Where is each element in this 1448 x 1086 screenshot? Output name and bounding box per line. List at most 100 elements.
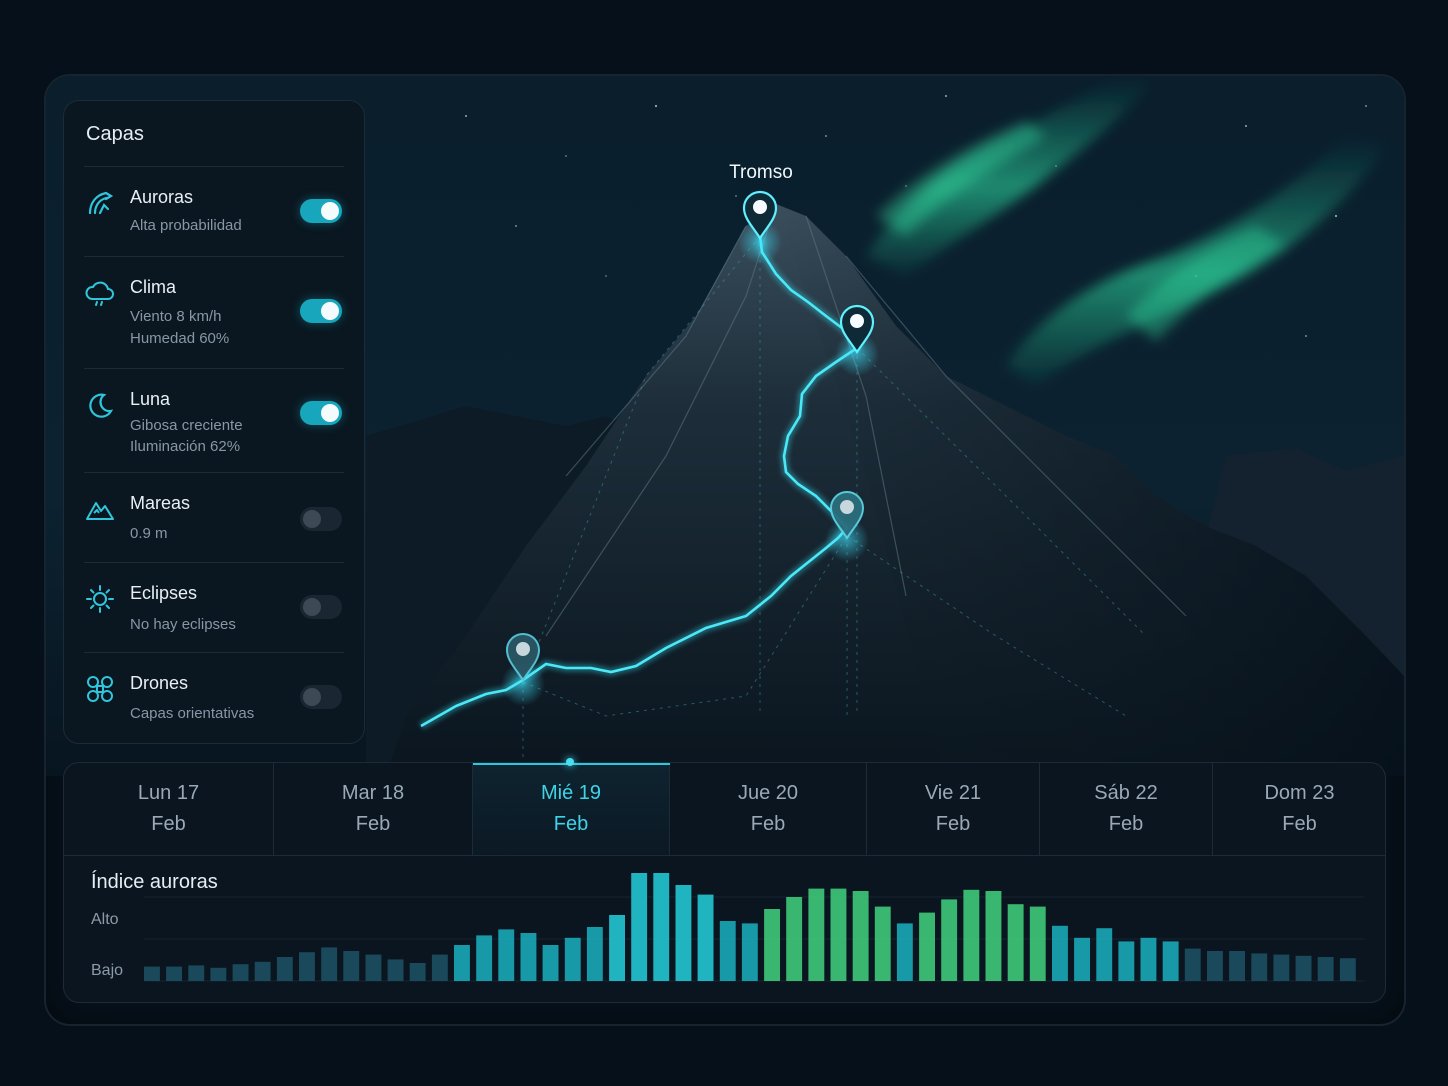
chart-bar — [1162, 941, 1179, 981]
layer-title: Mareas — [130, 493, 191, 513]
day-label: Dom 23 — [1264, 782, 1335, 804]
chart-bar — [542, 945, 559, 981]
chart-bar — [1007, 904, 1024, 981]
chart-bar — [786, 897, 803, 981]
chart-bar — [1029, 906, 1046, 981]
timeline-panel: Lun 17 Feb Mar 18 Feb Mié 19 Feb Jue 20 … — [63, 762, 1386, 1003]
day-tab-dom-23[interactable]: Dom 23 Feb — [1213, 763, 1385, 855]
day-tab-vie-21[interactable]: Vie 21 Feb — [867, 763, 1040, 855]
month-label: Feb — [151, 813, 186, 835]
drone-icon — [84, 673, 116, 705]
chart-bar — [1207, 951, 1223, 981]
chart-bar — [697, 894, 714, 981]
chart-bar — [675, 885, 692, 981]
layer-drones[interactable]: Drones Capas orientativas — [84, 653, 344, 743]
chart-bar — [808, 888, 825, 981]
chart-bar — [254, 961, 271, 981]
layer-subtitle-2: Humedad 60% — [130, 330, 230, 347]
chart-bar — [210, 967, 227, 981]
month-label: Feb — [355, 813, 391, 835]
mareas-toggle[interactable] — [300, 507, 342, 531]
day-tab-jue-20[interactable]: Jue 20 Feb — [670, 763, 867, 855]
chart-bar — [741, 923, 758, 981]
chart-bar — [1273, 954, 1290, 981]
chart-bar — [941, 899, 958, 981]
day-label: Lun 17 — [137, 782, 200, 804]
day-tab-lun-17[interactable]: Lun 17 Feb — [64, 763, 274, 855]
layer-subtitle: Gibosa creciente — [130, 417, 243, 434]
chart-bar — [764, 909, 780, 981]
day-tab-mar-18[interactable]: Mar 18 Feb — [274, 763, 473, 855]
auroras-toggle[interactable] — [300, 199, 342, 223]
chart-bar — [409, 963, 426, 981]
chart-bar — [1184, 948, 1201, 981]
chart-bar — [476, 935, 493, 981]
chart-bar — [719, 921, 736, 981]
month-label: Feb — [750, 813, 786, 835]
clima-toggle[interactable] — [300, 299, 342, 323]
layer-title: Luna — [130, 389, 171, 409]
layer-title: Clima — [130, 277, 177, 297]
chart-bar — [830, 888, 847, 981]
chart-bar — [166, 966, 182, 981]
chart-bar — [1295, 955, 1312, 981]
chart-bar — [631, 873, 648, 981]
layer-eclipses[interactable]: Eclipses No hay eclipses — [84, 563, 344, 653]
moon-icon — [84, 389, 116, 421]
day-tab-mie-19[interactable]: Mié 19 Feb — [473, 763, 670, 855]
layer-subtitle: Alta probabilidad — [130, 217, 242, 234]
chart-bar — [1096, 928, 1113, 981]
layers-panel-title: Capas — [84, 101, 344, 167]
eclipses-toggle[interactable] — [300, 595, 342, 619]
chart-bar — [919, 912, 935, 981]
layer-subtitle-2: Iluminación 62% — [130, 438, 241, 455]
chart-bar — [321, 947, 338, 981]
month-label: Feb — [935, 813, 971, 835]
chart-bar — [586, 927, 603, 981]
layer-subtitle: Capas orientativas — [130, 705, 255, 722]
layer-luna[interactable]: Luna Gibosa creciente Iluminación 62% — [84, 369, 344, 473]
layer-mareas[interactable]: Mareas 0.9 m — [84, 473, 344, 563]
aurora-index-chart[interactable] — [64, 855, 1385, 1003]
chart-bar — [609, 915, 625, 981]
aurora-icon — [84, 187, 116, 219]
sun-icon — [84, 583, 116, 615]
chart-bar — [232, 964, 249, 981]
layer-auroras[interactable]: Auroras Alta probabilidad — [84, 167, 344, 257]
luna-toggle[interactable] — [300, 401, 342, 425]
chart-bar — [1317, 957, 1334, 981]
chart-bar — [564, 937, 581, 981]
cloud-icon — [84, 277, 116, 309]
chart-bar — [653, 873, 670, 981]
day-label: Vie 21 — [924, 782, 982, 804]
chart-bar — [188, 965, 205, 981]
chart-bar — [1251, 953, 1268, 981]
day-label: Mié 19 — [540, 782, 602, 804]
day-tab-sab-22[interactable]: Sáb 22 Feb — [1040, 763, 1213, 855]
month-label: Feb — [553, 813, 589, 835]
chart-bar — [1140, 937, 1157, 981]
day-label: Sáb 22 — [1094, 782, 1158, 804]
chart-bar — [454, 945, 470, 981]
layers-panel: Capas Auroras Alta probabilidad Clima Vi… — [63, 100, 365, 744]
layer-subtitle: Viento 8 km/h — [130, 308, 222, 325]
month-label: Feb — [1282, 813, 1317, 835]
chart-bar — [498, 929, 515, 981]
month-label: Feb — [1108, 813, 1144, 835]
drones-toggle[interactable] — [300, 685, 342, 709]
app-window: Tromso Capas Auroras Alta probabilidad C… — [44, 74, 1406, 1026]
chart-bar — [431, 954, 448, 981]
layer-subtitle: 0.9 m — [130, 525, 168, 542]
layer-title: Drones — [130, 673, 189, 693]
chart-bar — [1118, 941, 1135, 981]
active-day-dot — [566, 758, 574, 766]
layer-clima[interactable]: Clima Viento 8 km/h Humedad 60% — [84, 257, 344, 369]
chart-bar — [963, 889, 980, 981]
chart-bar — [1074, 937, 1090, 981]
day-selector: Lun 17 Feb Mar 18 Feb Mié 19 Feb Jue 20 … — [64, 763, 1385, 856]
layer-subtitle: No hay eclipses — [130, 616, 236, 633]
chart-bar — [1339, 958, 1356, 981]
chart-bar — [387, 959, 404, 981]
day-label: Jue 20 — [737, 782, 799, 804]
chart-bar — [1229, 951, 1245, 981]
